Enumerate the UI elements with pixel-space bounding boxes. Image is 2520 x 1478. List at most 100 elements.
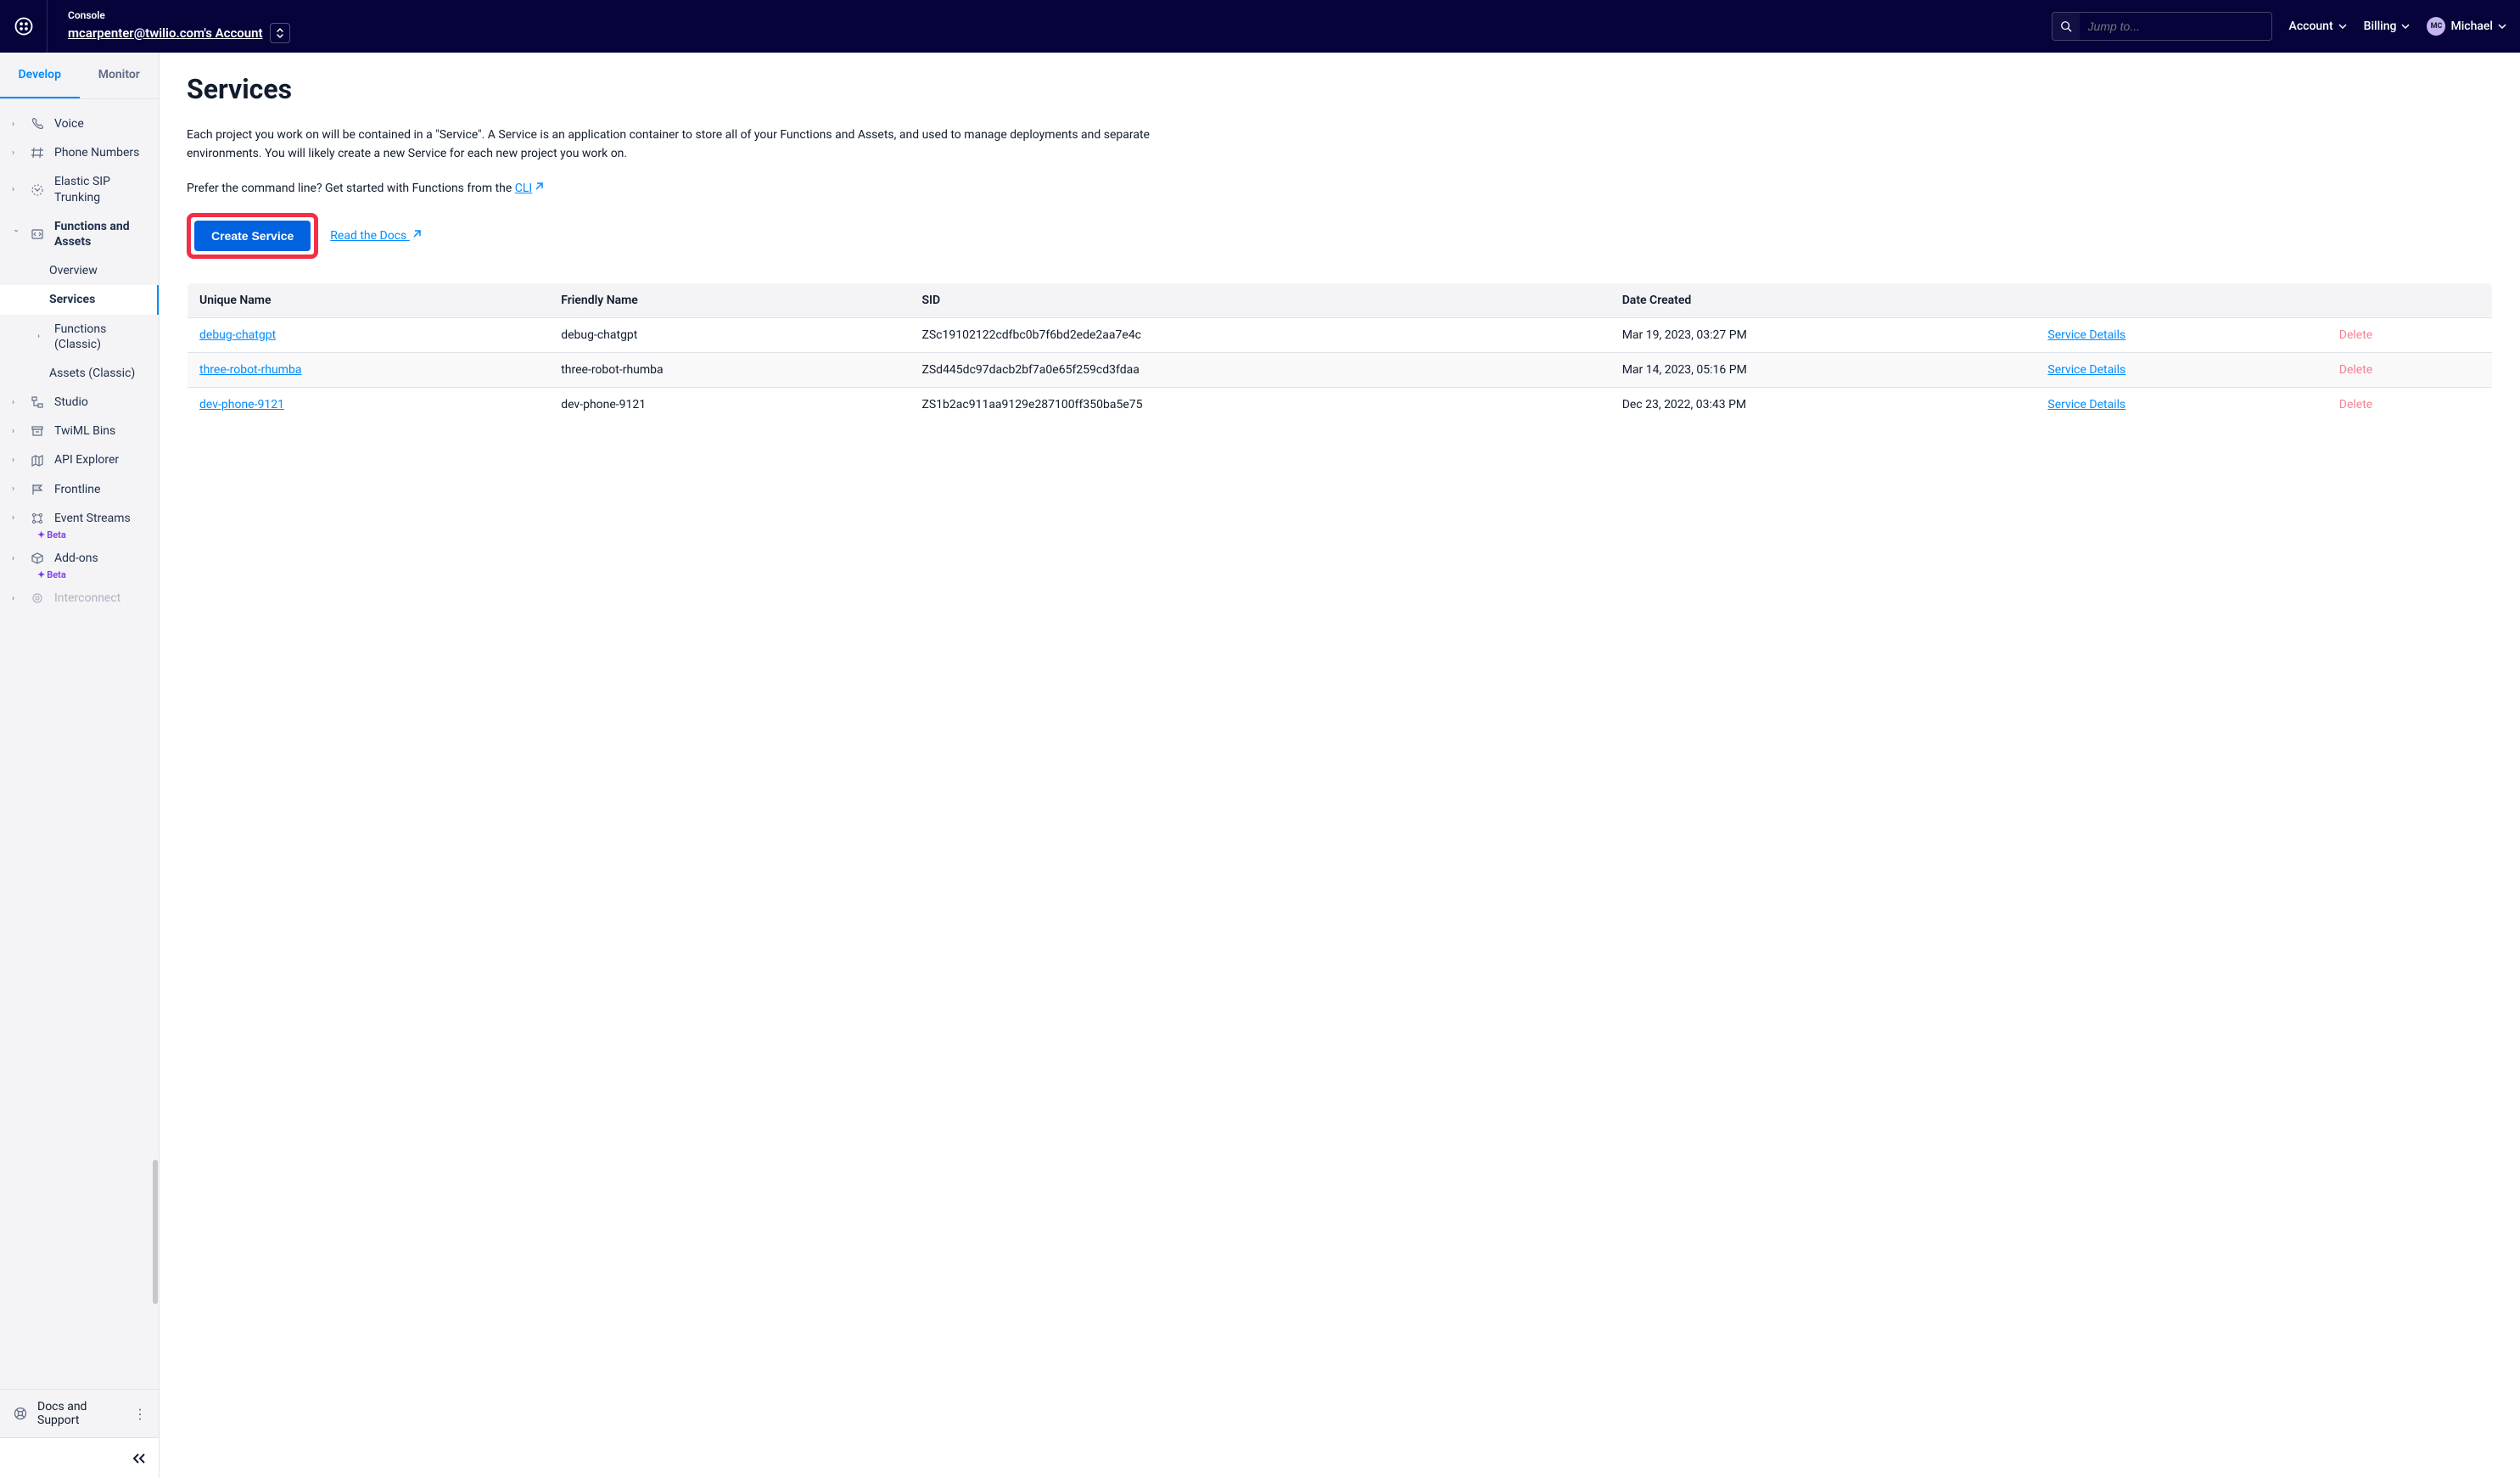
delete-button[interactable]: Delete (2339, 398, 2372, 411)
sidebar-item-twiml-bins[interactable]: › TwiML Bins (0, 417, 159, 445)
sidebar-item-event-streams[interactable]: › Event Streams (0, 504, 159, 533)
sidebar-item-functions-classic[interactable]: › Functions (Classic) (0, 315, 159, 359)
main-content: Services Each project you work on will b… (160, 53, 2520, 1478)
account-link[interactable]: mcarpenter@twilio.com's Account (68, 25, 263, 41)
chevron-down-icon: › (12, 230, 21, 238)
cli-hint: Prefer the command line? Get started wit… (187, 179, 1205, 198)
sidebar-item-label: Phone Numbers (54, 145, 150, 160)
tab-develop[interactable]: Develop (0, 53, 80, 98)
external-link-icon (412, 229, 422, 243)
service-details-link[interactable]: Service Details (2047, 328, 2125, 342)
sidebar: Develop Monitor › Voice › Phone Numbers … (0, 53, 160, 1478)
date-created-cell: Dec 23, 2022, 03:43 PM (1610, 388, 2036, 423)
sidebar-item-assets-classic[interactable]: Assets (Classic) (0, 359, 159, 388)
sidebar-item-voice[interactable]: › Voice (0, 109, 159, 138)
service-details-link[interactable]: Service Details (2047, 363, 2125, 377)
chevron-right-icon: › (12, 554, 20, 563)
sidebar-item-label: Functions (Classic) (54, 322, 150, 352)
collapse-icon (132, 1453, 147, 1464)
sid-cell: ZSd445dc97dacb2bf7a0e65f259cd3fdaa (910, 353, 1610, 388)
user-menu[interactable]: MC Michael (2427, 17, 2506, 36)
service-details-link[interactable]: Service Details (2047, 398, 2125, 411)
sidebar-item-overview[interactable]: Overview (0, 256, 159, 285)
sidebar-item-label: Overview (49, 263, 150, 278)
docs-support-link[interactable]: Docs and Support (12, 1400, 125, 1427)
th-unique-name: Unique Name (188, 283, 550, 318)
twilio-logo-icon (14, 17, 33, 36)
billing-menu-label: Billing (2364, 20, 2397, 33)
delete-button[interactable]: Delete (2339, 328, 2372, 342)
sidebar-collapse[interactable] (0, 1437, 159, 1478)
sidebar-item-label: Frontline (54, 482, 150, 497)
sidebar-item-services[interactable]: Services (0, 285, 159, 314)
table-body: debug-chatgpt debug-chatgpt ZSc19102122c… (188, 318, 2493, 423)
sidebar-item-functions-assets[interactable]: › Functions and Assets (0, 212, 159, 256)
chevron-right-icon: › (12, 513, 20, 523)
sidebar-item-studio[interactable]: › Studio (0, 388, 159, 417)
chevron-right-icon: › (12, 185, 20, 194)
beta-badge: ✦Beta (0, 569, 159, 580)
th-friendly-name: Friendly Name (549, 283, 910, 318)
account-menu[interactable]: Account (2289, 20, 2347, 33)
cli-link[interactable]: CLI (515, 182, 532, 195)
sparkle-icon: ✦ (37, 569, 45, 580)
search-box[interactable] (2052, 12, 2272, 41)
sidebar-item-api-explorer[interactable]: › API Explorer (0, 445, 159, 474)
help-icon (12, 1407, 29, 1420)
th-delete (2327, 283, 2493, 318)
sidebar-item-label: Studio (54, 395, 150, 410)
sidebar-item-frontline[interactable]: › Frontline (0, 475, 159, 504)
chevron-right-icon: › (12, 148, 20, 158)
unique-name-link[interactable]: debug-chatgpt (199, 328, 276, 342)
unique-name-link[interactable]: three-robot-rhumba (199, 363, 301, 377)
sidebar-item-interconnect[interactable]: › Interconnect (0, 584, 159, 613)
sidebar-item-label: Voice (54, 116, 150, 132)
page-description: Each project you work on will be contain… (187, 126, 1205, 164)
archive-icon (29, 424, 46, 438)
sidebar-item-label: TwiML Bins (54, 423, 150, 439)
sid-cell: ZS1b2ac911aa9129e287100ff350ba5e75 (910, 388, 1610, 423)
chevron-right-icon: › (12, 484, 20, 494)
friendly-name-cell: dev-phone-9121 (549, 388, 910, 423)
sidebar-item-label: Add-ons (54, 551, 150, 566)
account-switch-button[interactable] (270, 23, 290, 43)
th-date-created: Date Created (1610, 283, 2036, 318)
chevron-right-icon: › (12, 456, 20, 465)
date-created-cell: Mar 19, 2023, 03:27 PM (1610, 318, 2036, 353)
sidebar-item-addons[interactable]: › Add-ons (0, 544, 159, 573)
scrollbar[interactable] (152, 150, 159, 1304)
header-account-block: Console mcarpenter@twilio.com's Account (48, 9, 290, 43)
sparkle-icon: ✦ (37, 529, 45, 540)
friendly-name-cell: debug-chatgpt (549, 318, 910, 353)
avatar: MC (2427, 17, 2445, 36)
hash-icon (29, 146, 46, 160)
read-docs-link[interactable]: Read the Docs (330, 229, 421, 243)
unique-name-link[interactable]: dev-phone-9121 (199, 398, 284, 411)
table-header-row: Unique Name Friendly Name SID Date Creat… (188, 283, 2493, 318)
sidebar-item-elastic-sip[interactable]: › Elastic SIP Trunking (0, 167, 159, 211)
create-service-button[interactable]: Create Service (194, 221, 311, 251)
account-menu-label: Account (2289, 20, 2333, 33)
chevron-down-icon (2338, 24, 2347, 29)
delete-button[interactable]: Delete (2339, 363, 2372, 377)
billing-menu[interactable]: Billing (2364, 20, 2411, 33)
console-label[interactable]: Console (68, 9, 290, 21)
highlight-frame: Create Service (187, 213, 318, 259)
beta-badge: ✦Beta (0, 529, 159, 540)
tab-monitor[interactable]: Monitor (80, 53, 160, 98)
app-logo[interactable] (0, 0, 48, 53)
sidebar-item-label: Functions and Assets (54, 219, 150, 249)
flag-icon (29, 483, 46, 496)
studio-icon (29, 395, 46, 409)
chevron-right-icon: › (12, 398, 20, 407)
sidebar-footer: Docs and Support ⋮ (0, 1389, 159, 1437)
search-input[interactable] (2080, 20, 2271, 33)
table-row: three-robot-rhumba three-robot-rhumba ZS… (188, 353, 2493, 388)
streams-icon (29, 512, 46, 525)
sidebar-item-label: API Explorer (54, 452, 150, 467)
search-icon (2052, 13, 2080, 40)
sidebar-item-label: Interconnect (54, 591, 150, 606)
more-menu-icon[interactable]: ⋮ (133, 1406, 147, 1422)
sidebar-item-phone-numbers[interactable]: › Phone Numbers (0, 138, 159, 167)
sidebar-item-label: Elastic SIP Trunking (54, 174, 150, 204)
